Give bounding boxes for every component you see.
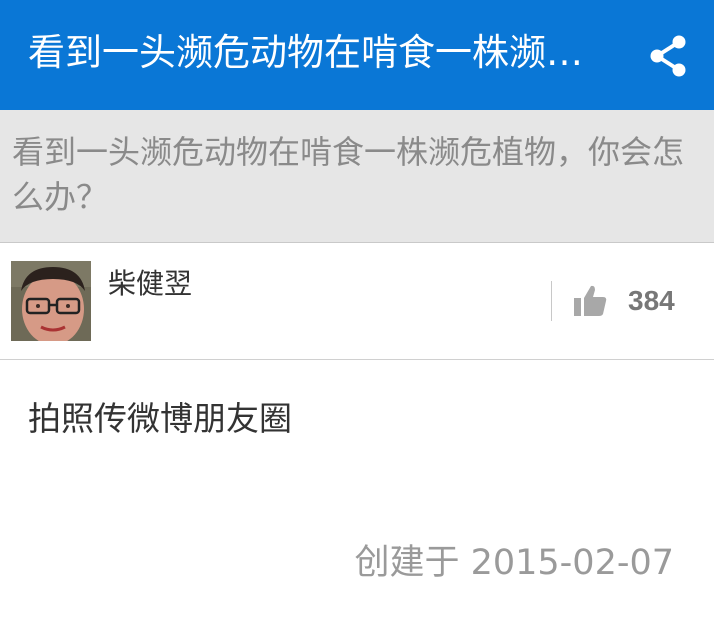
vote-count: 384 xyxy=(628,285,675,316)
avatar[interactable] xyxy=(11,261,91,341)
share-button[interactable] xyxy=(640,28,696,84)
vote-divider xyxy=(551,281,552,321)
app-bar-title: 看到一头濒危动物在啃食一株濒危植物，你会怎么办？ xyxy=(28,31,603,74)
created-date: 创建于 2015-02-07 xyxy=(354,543,674,583)
share-icon xyxy=(650,35,686,77)
answer-content: 拍照传微博朋友圈 xyxy=(28,399,292,438)
answer-screen: 看到一头濒危动物在啃食一株濒危植物，你会怎么办？ 看到一头濒危动物在啃食一株濒危… xyxy=(0,0,714,625)
app-bar: 看到一头濒危动物在啃食一株濒危植物，你会怎么办？ xyxy=(0,0,714,110)
thumbs-up-icon xyxy=(574,285,607,316)
question-title: 看到一头濒危动物在啃食一株濒危植物，你会怎么办？ xyxy=(12,133,685,216)
author-name[interactable]: 柴健翌 xyxy=(108,265,192,303)
vote-up-button[interactable]: 384 xyxy=(572,279,675,323)
question-header[interactable]: 看到一头濒危动物在啃食一株濒危植物，你会怎么办？ xyxy=(0,110,714,243)
author-row: 柴健翌 384 xyxy=(0,243,714,360)
